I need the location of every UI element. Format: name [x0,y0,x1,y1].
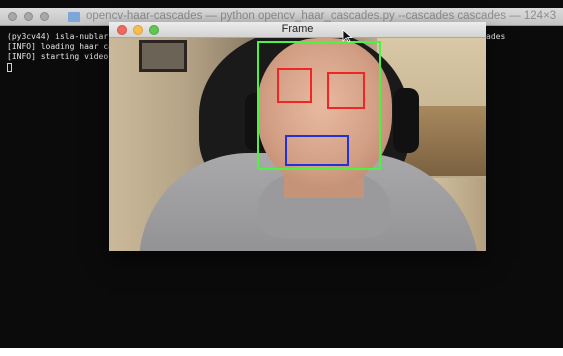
mouth-detection-box [285,135,349,166]
terminal-minimize-button[interactable] [24,12,33,21]
terminal-line-tail: ades [486,32,506,41]
right-eye-detection-box [327,72,365,109]
terminal-close-button[interactable] [8,12,17,21]
frame-title: Frame [281,23,314,35]
terminal-title: opencv-haar-cascades — python opencv_haa… [86,10,556,22]
terminal-window-controls [8,12,49,21]
folder-icon [68,12,80,22]
video-frame [109,38,486,251]
terminal-maximize-button[interactable] [40,12,49,21]
headphone-right [393,88,419,153]
wall-picture [139,40,187,72]
frame-titlebar[interactable]: Frame [109,22,486,38]
bottom-edge [0,348,563,356]
terminal-line: [INFO] starting video [7,52,113,61]
terminal-cursor [7,63,12,72]
terminal-line: [INFO] loading haar ca [7,42,113,51]
terminal-line: (py3cv44) isla-nublar: [7,32,113,41]
mouse-pointer-icon [342,29,353,43]
frame-window[interactable]: Frame [109,22,486,251]
left-eye-detection-box [277,68,312,103]
